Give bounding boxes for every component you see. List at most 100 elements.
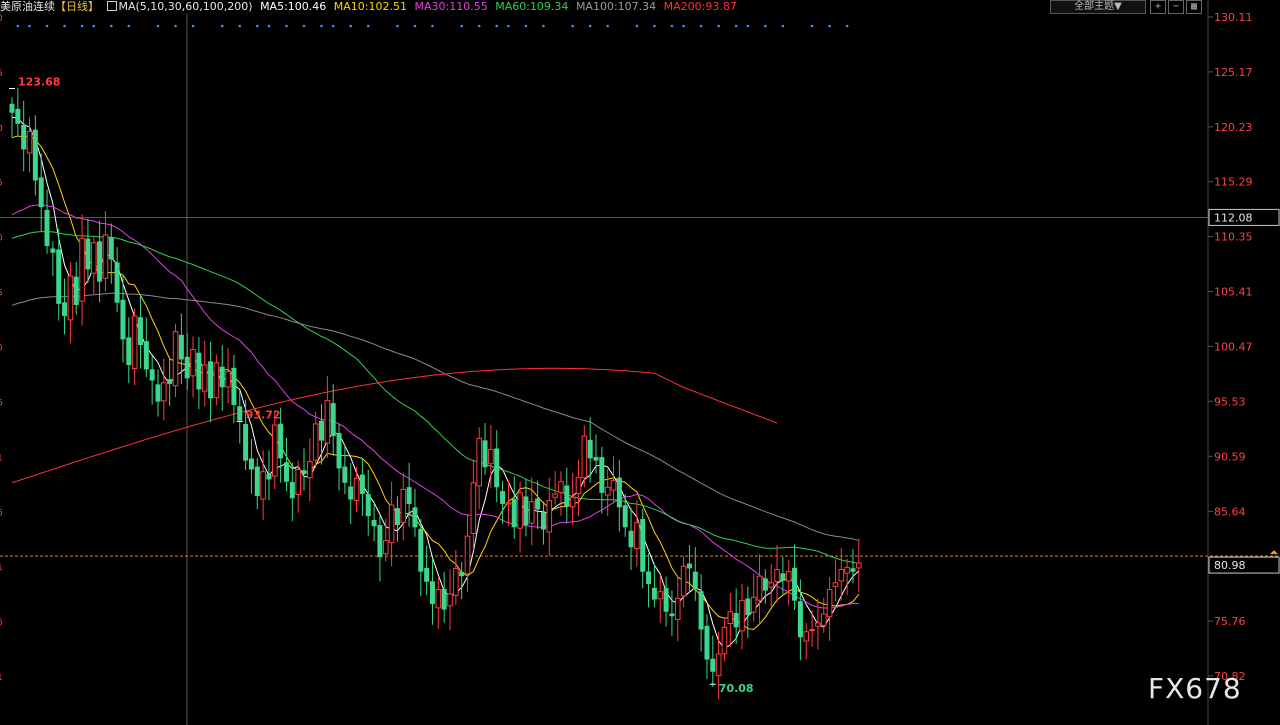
bullish-candle: [26, 117, 33, 173]
period-label[interactable]: 【日线】: [55, 0, 99, 13]
ma-params-label[interactable]: MA(5,10,30,60,100,200): [119, 0, 253, 13]
candle-body: [815, 622, 821, 627]
candle-body: [564, 485, 570, 507]
bullish-candle: [774, 545, 780, 603]
signal-dot: [92, 24, 96, 28]
candle-body: [464, 535, 471, 575]
zoom-in-icon[interactable]: +: [1150, 0, 1166, 14]
signal-dot: [255, 24, 259, 28]
bullish-candle: [803, 622, 810, 660]
left-edge-tick-label: 5: [0, 69, 3, 79]
candle-body: [838, 569, 845, 582]
price-chart[interactable]: 130.11 0 125.17 5 120.23 0 115.29 5 110.35 0 105.4…: [0, 0, 1280, 725]
signal-dot: [220, 24, 224, 28]
bearish-candle: [149, 355, 155, 405]
candle-body: [505, 502, 512, 505]
candle-body: [155, 384, 161, 402]
bearish-candle: [301, 448, 307, 491]
candle-body: [400, 488, 407, 523]
candle-body: [219, 366, 225, 388]
bearish-candle: [219, 345, 225, 411]
signal-dot: [331, 24, 335, 28]
candle-body: [377, 525, 383, 558]
theme-dropdown-button[interactable]: 全部主题▼: [1050, 0, 1146, 14]
signal-dot: [174, 24, 177, 28]
candle-body: [680, 565, 687, 597]
bearish-candle: [62, 278, 68, 335]
candle-body: [272, 424, 278, 477]
candle-body: [21, 124, 27, 150]
bearish-candle: [704, 614, 710, 680]
bullish-candle: [488, 425, 494, 488]
bearish-candle: [412, 488, 418, 537]
bearish-candle: [459, 561, 465, 600]
bearish-candle: [32, 115, 38, 196]
candle-body: [178, 334, 184, 360]
price-tick-label: 125.17: [1214, 66, 1253, 79]
candle-body: [628, 530, 634, 548]
layout-icon[interactable]: ▦: [1186, 0, 1202, 14]
bullish-candle: [739, 583, 745, 650]
candle-body: [634, 522, 640, 549]
signal-dot: [16, 24, 20, 28]
bullish-candle: [307, 438, 313, 502]
bearish-candle: [663, 576, 669, 627]
bearish-candle: [348, 463, 354, 524]
price-tick-label: 90.59: [1214, 450, 1246, 463]
left-edge-tick-label: 0: [0, 343, 3, 353]
candle-body: [581, 435, 588, 479]
candle-body: [646, 571, 652, 584]
bearish-candle: [283, 437, 289, 492]
candle-body: [190, 348, 196, 377]
bearish-candle: [15, 88, 21, 136]
signal-dot: [606, 24, 609, 28]
candle-body: [237, 406, 243, 421]
bullish-candle: [634, 500, 640, 567]
left-edge-tick-label: 0: [0, 234, 3, 244]
candle-body: [114, 262, 120, 303]
candle-body: [137, 317, 143, 345]
candle-body: [266, 473, 272, 480]
bullish-candle: [324, 376, 331, 459]
candle-body: [365, 494, 371, 517]
signal-dot: [320, 24, 323, 28]
candle-body: [225, 371, 231, 388]
bearish-candle: [424, 545, 430, 595]
bearish-candle: [599, 446, 605, 514]
signal-dot: [127, 24, 131, 28]
candle-body: [569, 496, 576, 508]
price-tick-label: 130.11: [1214, 11, 1253, 24]
candle-body: [540, 512, 546, 530]
ma-settings-icon[interactable]: [106, 1, 117, 11]
signal-dot: [156, 24, 160, 28]
price-up-arrow-icon: [1270, 550, 1278, 555]
candle-body: [56, 249, 62, 304]
candle-body: [546, 500, 553, 533]
ma200-value: MA200:93.87: [663, 0, 737, 13]
bearish-candle: [21, 100, 27, 172]
candle-body: [120, 299, 126, 340]
bullish-candle: [90, 235, 97, 295]
candle-body: [295, 468, 301, 495]
bearish-candle: [622, 494, 628, 537]
signal-dot: [746, 24, 750, 28]
candle-body: [260, 471, 266, 500]
bullish-candle: [382, 518, 389, 562]
symbol-name[interactable]: 美原油连续: [0, 0, 55, 13]
candle-body: [50, 248, 56, 253]
bullish-candle: [657, 574, 664, 623]
zoom-out-icon[interactable]: −: [1168, 0, 1184, 14]
candle-body: [774, 569, 780, 583]
bullish-candle: [832, 559, 839, 602]
price-tick-label: 75.76: [1214, 615, 1246, 628]
bullish-candle: [435, 578, 442, 629]
bullish-candle: [161, 358, 167, 421]
bearish-candle: [646, 553, 652, 608]
bullish-candle: [190, 336, 196, 398]
bearish-candle: [511, 476, 517, 539]
candle-body: [657, 591, 664, 600]
bearish-candle: [184, 333, 190, 390]
signal-dot: [653, 24, 656, 28]
candle-body: [307, 461, 313, 479]
candle-body: [435, 589, 442, 609]
